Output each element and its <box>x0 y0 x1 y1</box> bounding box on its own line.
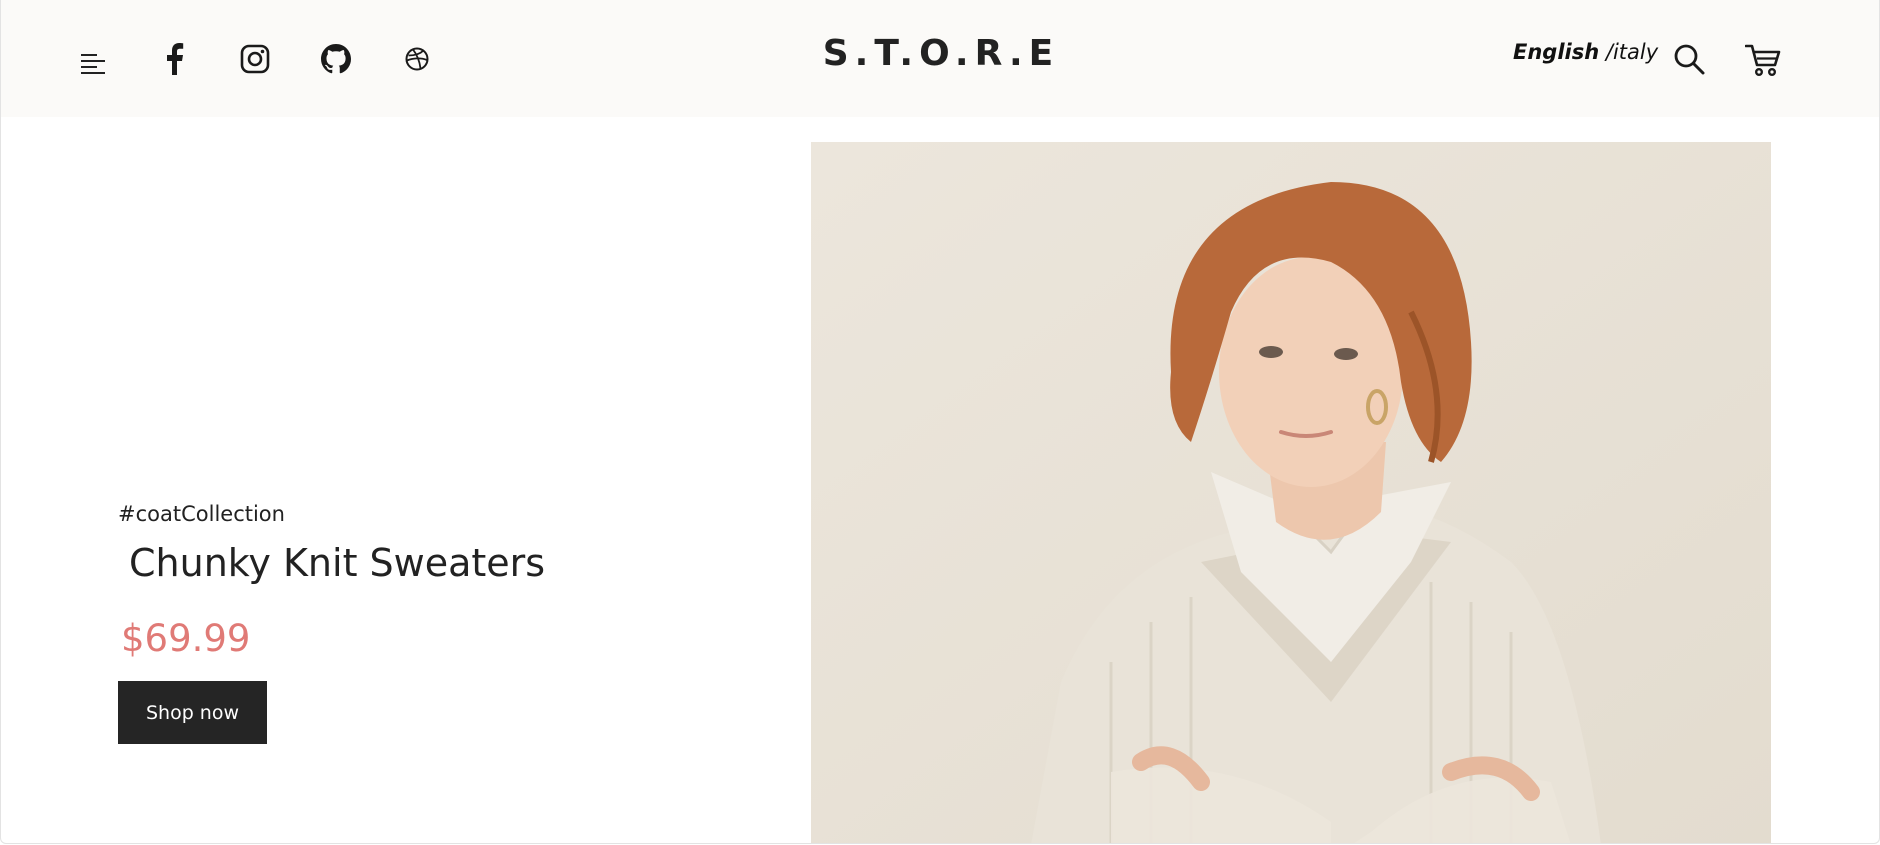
language-italy[interactable]: italy <box>1613 40 1658 64</box>
cart-icon[interactable] <box>1744 42 1782 78</box>
language-separator: / <box>1599 40 1613 64</box>
language-switcher: English /italy <box>1513 40 1658 64</box>
collection-hashtag: #coatCollection <box>118 502 285 526</box>
product-price: $69.99 <box>121 617 251 660</box>
page-frame: S.T.O.R.E English /italy #coatCollection… <box>0 0 1880 844</box>
search-icon[interactable] <box>1672 42 1706 76</box>
shop-now-button[interactable]: Shop now <box>118 681 267 744</box>
product-title: Chunky Knit Sweaters <box>129 541 546 585</box>
site-header: S.T.O.R.E English /italy <box>1 0 1879 117</box>
language-english[interactable]: English <box>1513 40 1599 64</box>
hero-product-image <box>811 142 1771 843</box>
